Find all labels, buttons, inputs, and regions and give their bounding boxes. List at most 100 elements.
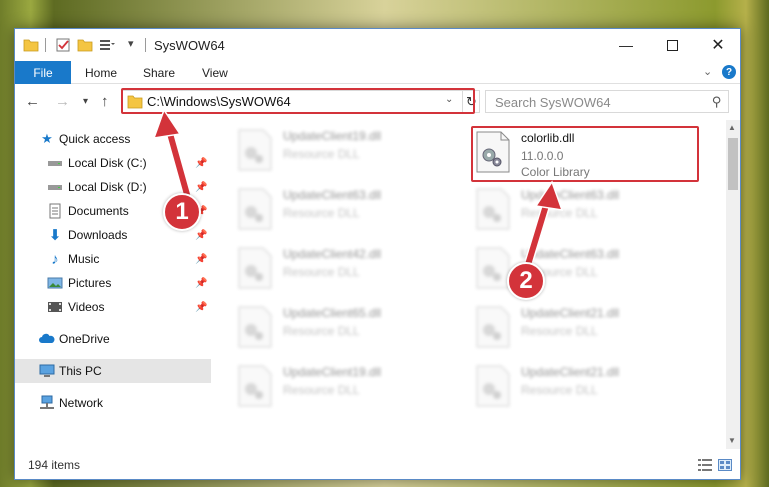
file-type: Resource DLL (283, 383, 360, 397)
computer-icon (39, 364, 55, 377)
new-folder-icon[interactable] (77, 37, 93, 53)
sidebar-item-label: Network (59, 396, 104, 410)
pictures-icon (47, 277, 63, 289)
sidebar-item-label: Documents (68, 204, 129, 218)
chevron-down-icon[interactable]: ▾ (128, 37, 134, 50)
dll-file-icon (238, 247, 272, 289)
recent-locations-icon[interactable]: ▾ (83, 96, 88, 107)
sidebar-item-label: Local Disk (C:) (68, 156, 147, 170)
scroll-down-icon[interactable]: ▼ (728, 436, 736, 445)
step-2-badge: 2 (507, 262, 545, 300)
file-type: Resource DLL (521, 324, 598, 338)
large-icons-view-icon[interactable] (718, 459, 732, 471)
details-view-icon[interactable] (698, 459, 712, 471)
file-name: UpdateClient21.dll (521, 365, 620, 379)
expand-ribbon-icon[interactable]: ⌄ (703, 65, 712, 78)
tab-view[interactable]: View (202, 61, 228, 84)
close-button[interactable]: ✕ (695, 29, 741, 61)
sidebar-item-pictures[interactable]: Pictures 📌 (15, 271, 211, 295)
drive-icon (48, 161, 62, 166)
step-1-badge: 1 (163, 193, 201, 231)
documents-icon (49, 203, 61, 219)
file-name: UpdateClient65.dll (283, 306, 382, 320)
list-item[interactable]: UpdateClient21.dll Resource DLL (475, 361, 705, 415)
sidebar-item-quick-access[interactable]: ★ Quick access (15, 127, 211, 151)
dll-file-icon (476, 188, 510, 230)
cloud-icon (39, 333, 55, 343)
dll-file-icon (476, 247, 510, 289)
list-item[interactable]: UpdateClient21.dll Resource DLL (475, 302, 705, 356)
customize-toolbar-icon[interactable] (99, 37, 115, 53)
file-list: UpdateClient19.dll Resource DLL UpdateCl… (215, 119, 725, 449)
dll-file-icon (238, 306, 272, 348)
list-item[interactable]: UpdateClient65.dll Resource DLL (237, 302, 467, 356)
sidebar-item-label: Videos (68, 300, 105, 314)
minimize-button[interactable]: — (603, 29, 649, 61)
search-icon[interactable]: ⚲ (712, 94, 722, 110)
tab-file[interactable]: File (15, 61, 71, 84)
list-item[interactable]: UpdateClient19.dll Resource DLL (237, 125, 467, 179)
list-item[interactable]: UpdateClient63.dll Resource DLL (237, 184, 467, 238)
pin-icon[interactable]: 📌 (195, 182, 207, 193)
separator (45, 38, 46, 52)
file-type: Resource DLL (283, 265, 360, 279)
sidebar-item-network[interactable]: Network (15, 391, 211, 415)
forward-arrow-icon[interactable]: → (55, 93, 70, 110)
maximize-button[interactable] (649, 29, 695, 61)
file-name: UpdateClient19.dll (283, 129, 382, 143)
sidebar-item-videos[interactable]: Videos 📌 (15, 295, 211, 319)
item-count: 194 items (28, 458, 81, 472)
close-icon: ✕ (711, 37, 725, 54)
ribbon: File Home Share View ⌄ ? (15, 61, 740, 84)
network-icon (40, 395, 54, 409)
file-name: UpdateClient42.dll (283, 247, 382, 261)
help-icon[interactable]: ? (722, 65, 736, 79)
dll-file-icon (476, 306, 510, 348)
file-type: Resource DLL (521, 206, 598, 220)
tab-share[interactable]: Share (143, 61, 175, 84)
explorer-window: ▾ SysWOW64 — ✕ File Home Share View ⌄ ? … (14, 28, 741, 480)
properties-icon[interactable] (55, 37, 71, 53)
sidebar-item-music[interactable]: ♪ Music 📌 (15, 247, 211, 271)
sidebar-item-local-disk-c[interactable]: Local Disk (C:) 📌 (15, 151, 211, 175)
minimize-icon: — (619, 37, 633, 53)
status-bar: 194 items (15, 453, 740, 479)
address-highlight (121, 88, 475, 114)
list-item[interactable]: UpdateClient63.dll Resource DLL (475, 184, 705, 238)
file-name: UpdateClient63.dll (283, 188, 382, 202)
dll-file-icon (238, 365, 272, 407)
scroll-thumb[interactable] (728, 138, 738, 190)
window-title: SysWOW64 (154, 38, 225, 53)
sidebar-item-label: This PC (59, 364, 102, 378)
list-item[interactable]: UpdateClient42.dll Resource DLL (237, 243, 467, 297)
dll-file-icon (238, 188, 272, 230)
back-arrow-icon[interactable]: ← (25, 93, 40, 110)
navigation-bar: ← → ▾ ↑ C:\Windows\SysWOW64 ⌄ ↻ Search S… (15, 85, 740, 119)
file-highlight (471, 126, 699, 182)
tab-home[interactable]: Home (85, 61, 117, 84)
pin-icon[interactable]: 📌 (195, 302, 207, 313)
sidebar-item-onedrive[interactable]: OneDrive (15, 327, 211, 351)
sidebar-item-label: Downloads (68, 228, 128, 242)
file-name: UpdateClient63.dll (521, 188, 620, 202)
search-input[interactable]: Search SysWOW64 ⚲ (485, 90, 729, 113)
pin-icon[interactable]: 📌 (195, 230, 207, 241)
up-arrow-icon[interactable]: ↑ (101, 93, 109, 110)
pin-icon[interactable]: 📌 (195, 278, 207, 289)
sidebar-item-this-pc[interactable]: This PC (15, 359, 211, 383)
file-type: Resource DLL (283, 206, 360, 220)
file-name: UpdateClient63.dll (521, 247, 620, 261)
vertical-scrollbar[interactable]: ▲ ▼ (726, 120, 740, 449)
file-type: Resource DLL (283, 324, 360, 338)
star-icon: ★ (41, 131, 53, 146)
separator (145, 38, 146, 52)
dll-file-icon (476, 365, 510, 407)
file-type: Resource DLL (283, 147, 360, 161)
download-icon: ⬇ (48, 227, 62, 244)
pin-icon[interactable]: 📌 (195, 254, 207, 265)
list-item[interactable]: UpdateClient19.dll Resource DLL (237, 361, 467, 415)
sidebar-item-label: OneDrive (59, 332, 110, 346)
pin-icon[interactable]: 📌 (195, 158, 207, 169)
scroll-up-icon[interactable]: ▲ (728, 123, 736, 132)
folder-icon (23, 39, 39, 52)
